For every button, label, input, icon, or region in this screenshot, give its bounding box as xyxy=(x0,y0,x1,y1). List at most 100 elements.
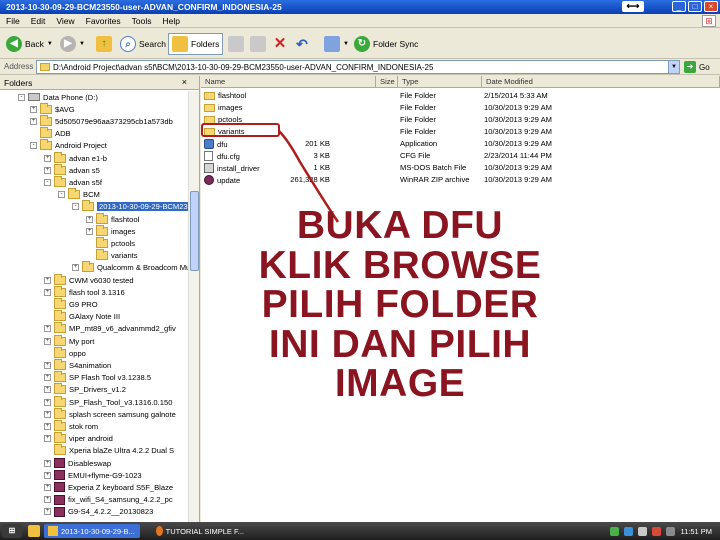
tree-node[interactable]: + stok rom xyxy=(44,419,98,432)
expand-icon[interactable]: + xyxy=(44,325,51,333)
up-folder-button[interactable]: ↑ xyxy=(96,33,112,55)
search-button[interactable]: ⌕ Search xyxy=(120,33,166,55)
tree-node[interactable]: + SP_Drivers_v1.2 xyxy=(44,383,126,396)
volume-icon[interactable] xyxy=(666,526,676,536)
tree-node[interactable]: + images xyxy=(86,224,135,237)
expand-icon[interactable]: + xyxy=(72,264,79,272)
tree-node[interactable]: pctools xyxy=(86,236,135,249)
address-dropdown-icon[interactable]: ▼ xyxy=(668,61,679,73)
file-row[interactable]: flashtool File Folder 2/15/2014 5:33 AM xyxy=(201,90,720,102)
forward-dropdown-icon[interactable]: ▼ xyxy=(79,41,85,47)
file-row[interactable]: dfu.cfg 3 KB CFG File 2/23/2014 11:44 PM xyxy=(201,150,720,162)
file-row[interactable]: images File Folder 10/30/2013 9:29 AM xyxy=(201,102,720,114)
views-button[interactable]: ▼ xyxy=(324,33,349,55)
tree-node[interactable]: - BCM xyxy=(58,188,100,201)
taskbar-item-browser[interactable]: TUTORIAL SIMPLE F... xyxy=(152,524,248,538)
close-button[interactable]: × xyxy=(704,1,718,12)
column-header-type[interactable]: Type xyxy=(398,76,482,88)
forward-button[interactable]: ▶ ▼ xyxy=(60,33,85,55)
column-header-name[interactable]: Name xyxy=(201,76,376,88)
address-input[interactable]: D:\Android Project\advan s5f\BCM\2013-10… xyxy=(36,60,680,74)
tree-node[interactable]: + viper android xyxy=(44,432,113,445)
tree-node[interactable]: + splash screen samsung galnote xyxy=(44,407,176,420)
move-to-button[interactable] xyxy=(228,33,244,55)
quicklaunch-explorer-icon[interactable] xyxy=(28,525,40,537)
expand-icon[interactable]: + xyxy=(86,215,93,223)
collapse-icon[interactable]: - xyxy=(18,93,25,101)
tree-node[interactable]: GAlaxy Note III xyxy=(44,310,120,323)
collapse-icon[interactable]: - xyxy=(58,191,65,199)
back-dropdown-icon[interactable]: ▼ xyxy=(47,41,53,47)
tree-node[interactable]: + S4animation xyxy=(44,358,111,371)
expand-icon[interactable]: + xyxy=(44,361,51,369)
tree-node[interactable]: + flashtool xyxy=(86,212,139,225)
window-titlebar[interactable]: 2013-10-30-09-29-BCM23550-user-ADVAN_CON… xyxy=(0,0,720,14)
expand-icon[interactable]: + xyxy=(44,459,51,467)
expand-icon[interactable]: + xyxy=(30,117,37,125)
undo-button[interactable]: ↶ xyxy=(294,33,310,55)
menu-help[interactable]: Help xyxy=(162,16,179,26)
resize-icon[interactable]: ⟷ xyxy=(622,1,644,12)
copy-to-button[interactable] xyxy=(250,33,266,55)
tree-node[interactable]: ADB xyxy=(30,127,71,140)
tree-node[interactable]: - Android Project xyxy=(30,139,107,152)
menu-tools[interactable]: Tools xyxy=(132,16,152,26)
tray-icon-3[interactable] xyxy=(638,526,648,536)
expand-icon[interactable]: + xyxy=(30,105,37,113)
expand-icon[interactable]: + xyxy=(44,166,51,174)
maximize-button[interactable]: □ xyxy=(688,1,702,12)
collapse-icon[interactable]: - xyxy=(44,178,51,186)
tree-node[interactable]: G9 PRO xyxy=(44,297,98,310)
tree-node[interactable]: - Data Phone (D:) xyxy=(18,91,98,103)
tree-node[interactable]: + advan e1-b xyxy=(44,151,107,164)
delete-button[interactable]: ✕ xyxy=(272,33,288,55)
tree-node[interactable]: + fix_wifi_S4_samsung_4.2.2_pc xyxy=(44,494,173,506)
minimize-button[interactable]: _ xyxy=(672,1,686,12)
tray-icon-2[interactable] xyxy=(624,526,634,536)
start-button[interactable]: ⊞ xyxy=(2,524,22,538)
tree-node[interactable]: variants xyxy=(86,249,138,262)
tree-node[interactable]: + Experia Z keyboard S5F_Blaze xyxy=(44,481,173,493)
tree-node[interactable]: oppo xyxy=(44,346,86,359)
expand-icon[interactable]: + xyxy=(44,398,51,406)
tree-node[interactable]: + Qualcomm & Broadcom Mul xyxy=(72,261,188,274)
tree-node[interactable]: + Disableswap xyxy=(44,457,111,469)
menu-view[interactable]: View xyxy=(56,16,74,26)
expand-icon[interactable]: + xyxy=(44,471,51,479)
collapse-icon[interactable]: - xyxy=(30,142,37,150)
tree-node[interactable]: + My port xyxy=(44,334,94,347)
expand-icon[interactable]: + xyxy=(44,508,51,516)
tree-node[interactable]: - advan s5f xyxy=(44,175,102,188)
expand-icon[interactable]: + xyxy=(44,374,51,382)
expand-icon[interactable]: + xyxy=(44,483,51,491)
tree-node[interactable]: +5d505079e96aa373295cb1a573db xyxy=(30,114,173,127)
expand-icon[interactable]: + xyxy=(44,337,51,345)
menu-favorites[interactable]: Favorites xyxy=(86,16,121,26)
column-header-date[interactable]: Date Modified xyxy=(482,76,720,88)
file-row[interactable]: dfu 201 KB Application 10/30/2013 9:29 AM xyxy=(201,138,720,150)
tree-node[interactable]: + EMUI+flyme-G9-1023 xyxy=(44,469,142,481)
folders-pane-close-icon[interactable]: × xyxy=(182,77,187,87)
expand-icon[interactable]: + xyxy=(44,410,51,418)
tree-node[interactable]: + MP_mt89_v6_advanmmd2_gfiv xyxy=(44,322,176,335)
folder-sync-button[interactable]: ↻ Folder Sync xyxy=(354,33,418,55)
file-row[interactable]: install_driver 1 KB MS-DOS Batch File 10/30… xyxy=(201,162,720,174)
expand-icon[interactable]: + xyxy=(86,227,93,235)
menu-edit[interactable]: Edit xyxy=(31,16,46,26)
collapse-icon[interactable]: - xyxy=(72,203,79,211)
expand-icon[interactable]: + xyxy=(44,276,51,284)
tree-node[interactable]: + flash tool 3.1316 xyxy=(44,285,125,298)
folders-button[interactable]: Folders xyxy=(168,33,224,55)
tree-node[interactable]: - 2013-10-30-09-29-BCM235 xyxy=(72,200,188,213)
tree-node[interactable]: Xperia blaZe Ultra 4.2.2 Dual S xyxy=(44,444,174,457)
taskbar-item-explorer[interactable]: 2013-10-30-09-29-B... xyxy=(44,524,140,538)
tree-node[interactable]: + advan s5 xyxy=(44,163,100,176)
tree-node[interactable]: + CWM v6030 tested xyxy=(44,273,134,286)
tree-node[interactable]: + $AVG xyxy=(30,102,75,115)
tree-node[interactable]: + SP_Flash_Tool_v3.1316.0.150 xyxy=(44,395,172,408)
tree-node[interactable]: + G9-S4_4.2.2__20130823 xyxy=(44,506,153,518)
expand-icon[interactable]: + xyxy=(44,154,51,162)
column-header-size[interactable]: Size xyxy=(376,76,398,88)
expand-icon[interactable]: + xyxy=(44,496,51,504)
expand-icon[interactable]: + xyxy=(44,422,51,430)
